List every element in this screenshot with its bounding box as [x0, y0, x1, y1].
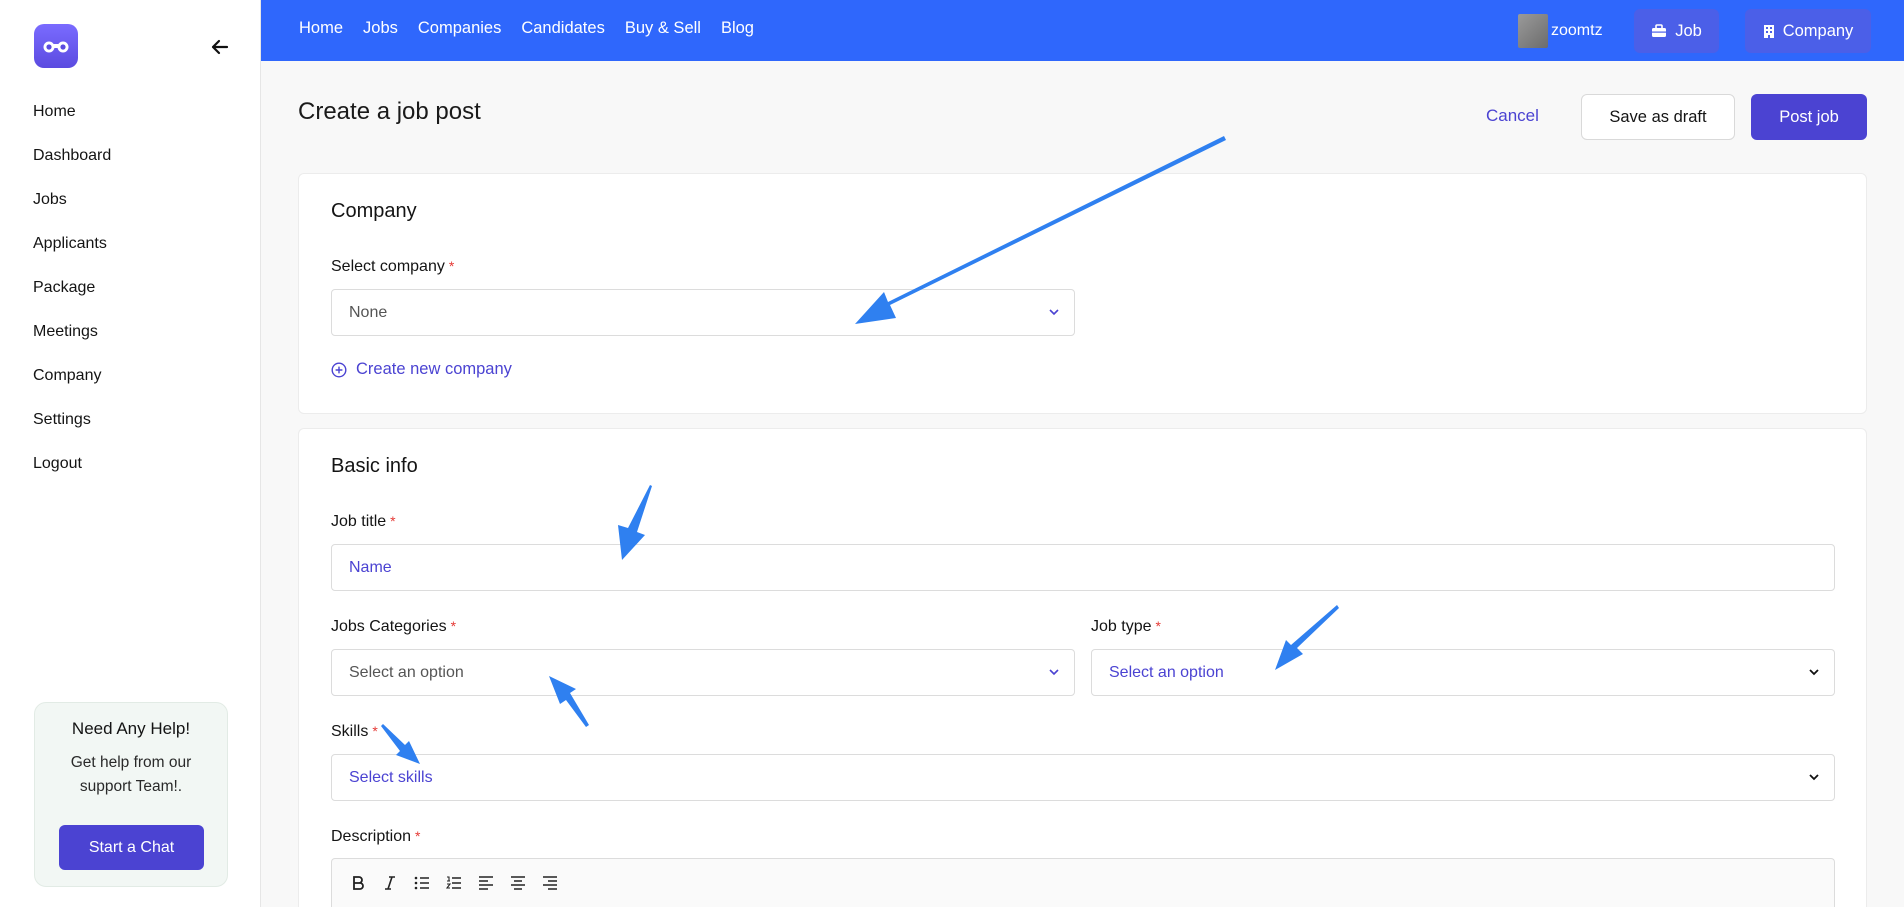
bullet-list-button[interactable]: [408, 869, 436, 897]
plus-circle-icon: [331, 361, 347, 378]
help-card: Need Any Help! Get help from our support…: [34, 702, 228, 887]
binoculars-icon: [43, 41, 69, 53]
job-type-placeholder: Select an option: [1109, 663, 1224, 681]
briefcase-icon: [1652, 24, 1667, 37]
align-center-icon: [511, 876, 525, 890]
sidebar-item-package[interactable]: Package: [33, 276, 111, 320]
chevron-down-icon: [1809, 774, 1819, 781]
sidebar-item-logout[interactable]: Logout: [33, 452, 111, 496]
categories-value: Select an option: [349, 663, 464, 681]
required-mark: *: [372, 723, 378, 739]
help-text: Get help from our support Team!.: [70, 754, 192, 795]
building-icon: [1763, 24, 1774, 38]
align-left-icon: [479, 876, 493, 890]
top-nav: Home Jobs Companies Candidates Buy & Sel…: [299, 19, 774, 38]
job-button-label: Job: [1675, 21, 1702, 40]
company-card: Company Select company * None Create new …: [298, 173, 1867, 414]
collapse-sidebar-button[interactable]: [206, 33, 234, 61]
required-mark: *: [390, 513, 396, 529]
post-job-nav-button[interactable]: Job: [1634, 9, 1719, 53]
topnav-companies[interactable]: Companies: [418, 19, 501, 38]
sidebar-item-home[interactable]: Home: [33, 100, 111, 144]
job-type-label-text: Job type: [1091, 618, 1152, 635]
align-right-icon: [543, 876, 557, 890]
italic-button[interactable]: [376, 869, 404, 897]
chevron-down-icon: [1049, 309, 1059, 316]
arrow-left-icon: [211, 39, 229, 55]
bullet-list-icon: [414, 876, 429, 890]
align-left-button[interactable]: [472, 869, 500, 897]
help-title: Need Any Help!: [71, 719, 191, 738]
top-navbar: Home Jobs Companies Candidates Buy & Sel…: [261, 0, 1904, 61]
job-title-input[interactable]: Name: [331, 544, 1835, 591]
user-menu[interactable]: zoomtz: [1518, 14, 1603, 48]
save-draft-button[interactable]: Save as draft: [1581, 94, 1735, 140]
job-title-label-text: Job title: [331, 513, 387, 530]
required-mark: *: [415, 828, 421, 844]
align-right-button[interactable]: [536, 869, 564, 897]
username: zoomtz: [1551, 22, 1603, 39]
basic-info-card: Basic info Job title * Name Jobs Categori…: [298, 428, 1867, 907]
cancel-button[interactable]: Cancel: [1486, 106, 1539, 126]
numbered-list-icon: [446, 876, 461, 889]
required-mark: *: [1155, 618, 1161, 634]
sidebar-item-company[interactable]: Company: [33, 364, 111, 408]
topnav-buy-sell[interactable]: Buy & Sell: [625, 19, 701, 38]
start-chat-button[interactable]: Start a Chat: [59, 825, 204, 870]
description-label-text: Description: [331, 828, 412, 845]
company-nav-button[interactable]: Company: [1745, 9, 1871, 53]
sidebar-item-meetings[interactable]: Meetings: [33, 320, 111, 364]
topnav-blog[interactable]: Blog: [721, 19, 754, 38]
avatar: [1518, 14, 1548, 48]
sidebar: Home Dashboard Jobs Applicants Package M…: [0, 0, 261, 907]
chevron-down-icon: [1809, 669, 1819, 676]
sidebar-nav: Home Dashboard Jobs Applicants Package M…: [33, 100, 111, 496]
select-company-value: None: [349, 303, 388, 321]
select-company-dropdown[interactable]: None: [331, 289, 1075, 336]
company-section-title: Company: [331, 200, 417, 222]
select-company-label-text: Select company: [331, 258, 445, 275]
basic-info-title: Basic info: [331, 455, 418, 477]
create-company-label: Create new company: [356, 360, 512, 378]
skills-label: Skills *: [331, 723, 378, 741]
skills-placeholder: Select skills: [349, 768, 433, 786]
align-center-button[interactable]: [504, 869, 532, 897]
description-label: Description *: [331, 828, 420, 846]
required-mark: *: [450, 618, 457, 634]
italic-icon: [385, 876, 395, 890]
create-company-link[interactable]: Create new company: [331, 360, 512, 379]
categories-label: Jobs Categories *: [331, 618, 456, 636]
required-mark: *: [448, 258, 455, 274]
select-company-label: Select company *: [331, 258, 454, 276]
company-button-label: Company: [1782, 21, 1854, 40]
skills-label-text: Skills: [331, 723, 369, 740]
sidebar-item-settings[interactable]: Settings: [33, 408, 111, 452]
topnav-jobs[interactable]: Jobs: [363, 19, 398, 38]
job-title-label: Job title *: [331, 513, 396, 531]
topnav-home[interactable]: Home: [299, 19, 343, 38]
app-logo[interactable]: [34, 24, 78, 68]
description-editor-toolbar: [331, 858, 1835, 907]
job-type-dropdown[interactable]: Select an option: [1091, 649, 1835, 696]
job-type-label: Job type *: [1091, 618, 1161, 636]
sidebar-item-applicants[interactable]: Applicants: [33, 232, 111, 276]
numbered-list-button[interactable]: [440, 869, 468, 897]
bold-button[interactable]: [344, 869, 372, 897]
sidebar-item-dashboard[interactable]: Dashboard: [33, 144, 111, 188]
post-job-button[interactable]: Post job: [1751, 94, 1867, 140]
categories-dropdown[interactable]: Select an option: [331, 649, 1075, 696]
skills-dropdown[interactable]: Select skills: [331, 754, 1835, 801]
job-title-placeholder: Name: [349, 558, 392, 576]
sidebar-item-jobs[interactable]: Jobs: [33, 188, 111, 232]
chevron-down-icon: [1049, 669, 1059, 676]
topnav-candidates[interactable]: Candidates: [521, 19, 604, 38]
page-title: Create a job post: [298, 98, 481, 125]
categories-label-text: Jobs Categories: [331, 618, 447, 635]
bold-icon: [353, 876, 364, 890]
